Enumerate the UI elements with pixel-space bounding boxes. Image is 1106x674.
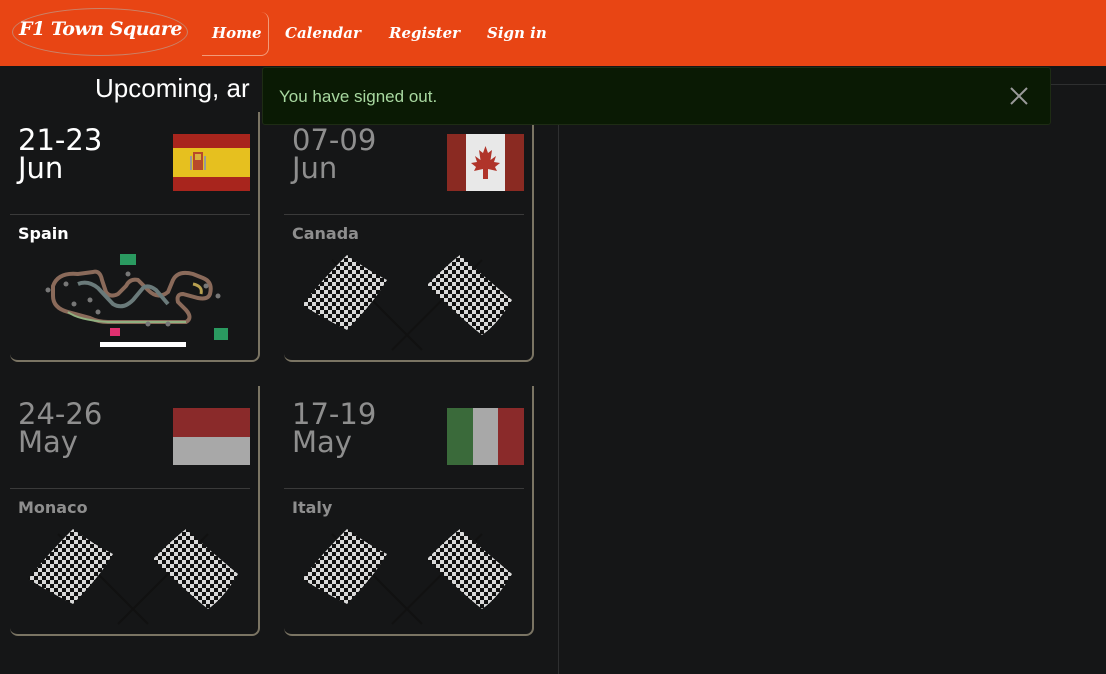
race-date-range: 17-19 [292, 397, 377, 431]
signout-alert: You have signed out. [262, 67, 1051, 125]
brand-name: F1 Town Square [19, 18, 182, 40]
race-country: Monaco [18, 498, 88, 517]
monaco-flag-icon [173, 408, 250, 465]
race-month: Jun [18, 151, 64, 185]
race-date-range: 24-26 [18, 397, 103, 431]
nav-link-calendar[interactable]: Calendar [285, 24, 361, 42]
alert-message: You have signed out. [279, 87, 438, 106]
nav-link-sign-in[interactable]: Sign in [487, 24, 547, 42]
brand-logo[interactable]: F1 Town Square [12, 8, 188, 56]
card-divider [284, 214, 524, 215]
race-card-monaco[interactable]: 24-26 May Monaco [10, 386, 260, 636]
race-date: 21-23 Jun [18, 123, 103, 185]
race-card-italy[interactable]: 17-19 May Italy [284, 386, 534, 636]
race-date: 07-09 Jun [292, 123, 377, 185]
checkered-flags-icon [302, 255, 512, 351]
race-date-range: 21-23 [18, 123, 103, 157]
checkered-flags-icon [28, 529, 238, 625]
card-divider [10, 214, 250, 215]
race-card-canada[interactable]: 07-09 Jun Canada [284, 112, 534, 362]
card-divider [10, 488, 250, 489]
nav-link-home[interactable]: Home [212, 24, 262, 42]
italy-flag-icon [447, 408, 524, 465]
checkered-flags-icon [302, 529, 512, 625]
nav-link-register[interactable]: Register [389, 24, 460, 42]
column-divider [558, 84, 559, 674]
race-date: 17-19 May [292, 397, 377, 459]
race-month: May [292, 425, 352, 459]
navbar: F1 Town Square Home Calendar Register Si… [0, 0, 1106, 66]
race-month: Jun [292, 151, 338, 185]
race-country: Spain [18, 224, 69, 243]
page-title: Upcoming, ar [95, 73, 250, 103]
card-divider [284, 488, 524, 489]
close-icon[interactable] [1008, 85, 1030, 107]
spain-flag-icon [173, 134, 250, 191]
header-divider [1050, 84, 1106, 85]
race-country: Italy [292, 498, 333, 517]
race-date: 24-26 May [18, 397, 103, 459]
circuit-map-icon [45, 254, 228, 347]
race-country: Canada [292, 224, 359, 243]
canada-flag-icon [447, 134, 524, 191]
race-date-range: 07-09 [292, 123, 377, 157]
race-card-spain[interactable]: 21-23 Jun Spain [10, 112, 260, 362]
race-month: May [18, 425, 78, 459]
